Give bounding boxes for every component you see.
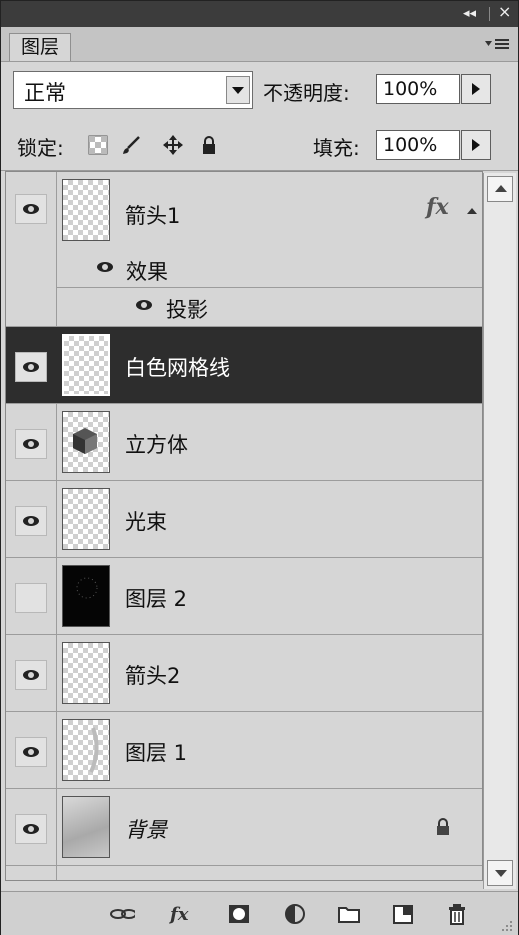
fill-input[interactable]: 100% <box>376 130 460 160</box>
layer-name: 背景 <box>125 818 167 842</box>
chevron-down-icon <box>232 87 244 94</box>
layers-panel: ◂◂ × 图层 正常 不透明度: 100% 锁定: 填充: 100% 箭头1 f… <box>0 0 519 935</box>
layer-thumbnail <box>62 334 110 396</box>
eye-icon <box>23 204 39 214</box>
fx-icon[interactable]: fx <box>426 194 449 220</box>
layer-row-layer1[interactable]: 图层 1 <box>6 712 482 789</box>
lock-transparent-icon[interactable] <box>88 135 108 155</box>
blend-mode-dropdown-button[interactable] <box>226 76 250 104</box>
layer-name: 光束 <box>125 510 167 534</box>
layer-name: 立方体 <box>125 433 188 457</box>
panel-tab-row: 图层 <box>1 27 518 62</box>
visibility-toggle[interactable] <box>15 194 47 224</box>
visibility-toggle[interactable] <box>15 506 47 536</box>
tab-layers[interactable]: 图层 <box>9 33 71 61</box>
opacity-label: 不透明度: <box>263 81 350 105</box>
eye-icon <box>23 516 39 526</box>
layer-row-background[interactable]: 背景 <box>6 789 482 866</box>
layer-row-beam[interactable]: 光束 <box>6 481 482 558</box>
layer-thumbnail <box>62 642 110 704</box>
layers-list: 箭头1 fx 效果 投影 白色网格线 立方体 光束 图层 2 箭头2 图层 1 … <box>5 171 483 881</box>
layer-row-cube[interactable]: 立方体 <box>6 404 482 481</box>
fill-label: 填充: <box>313 136 360 160</box>
scroll-down-button[interactable] <box>487 860 513 886</box>
collapse-panel-button[interactable]: ◂◂ <box>463 6 476 22</box>
effect-name: 投影 <box>166 298 208 322</box>
layer-row-white-grid[interactable]: 白色网格线 <box>6 327 482 404</box>
lock-icon <box>437 818 449 835</box>
layer-name: 箭头2 <box>125 664 181 688</box>
titlebar-divider <box>489 7 490 21</box>
layer-row-arrow2[interactable]: 箭头2 <box>6 635 482 712</box>
sketch-thumbnail-icon <box>89 727 99 773</box>
blend-mode-value: 正常 <box>24 81 66 105</box>
eye-icon <box>23 747 39 757</box>
layer-thumbnail <box>62 796 110 858</box>
visibility-toggle[interactable] <box>15 352 47 382</box>
layer-thumbnail <box>62 565 110 627</box>
layers-scrollbar[interactable] <box>483 173 516 889</box>
layer-thumbnail <box>62 488 110 550</box>
layer-row-layer2[interactable]: 图层 2 <box>6 558 482 635</box>
panel-menu-button[interactable] <box>483 35 513 55</box>
visibility-toggle[interactable] <box>15 737 47 767</box>
effect-row-drop-shadow[interactable]: 投影 <box>56 288 482 326</box>
layer-name: 图层 1 <box>125 741 188 765</box>
link-layers-icon[interactable] <box>109 902 135 926</box>
visibility-toggle[interactable] <box>15 583 47 613</box>
panel-bottom-bar: fx <box>1 891 518 935</box>
fill-slider-button[interactable] <box>461 130 491 160</box>
close-panel-button[interactable]: × <box>498 4 511 20</box>
arrow-up-icon <box>495 185 507 192</box>
add-mask-icon[interactable] <box>227 902 253 926</box>
eye-icon[interactable] <box>136 300 152 310</box>
dark-thumbnail-icon <box>76 577 98 599</box>
expand-effects-icon[interactable] <box>466 206 478 216</box>
panel-menu-icon <box>485 39 509 49</box>
new-layer-icon[interactable] <box>391 902 417 926</box>
opacity-slider-button[interactable] <box>461 74 491 104</box>
layer-name: 白色网格线 <box>125 356 230 380</box>
blend-mode-select[interactable]: 正常 <box>13 71 253 109</box>
layer-name: 箭头1 <box>125 204 181 228</box>
layer-thumbnail <box>62 411 110 473</box>
arrow-right-icon <box>472 139 480 151</box>
layer-thumbnail <box>62 719 110 781</box>
lock-fill-row: 锁定: 填充: 100% <box>1 118 518 171</box>
eye-icon[interactable] <box>97 262 113 272</box>
adjustment-layer-icon[interactable] <box>283 902 309 926</box>
add-layer-style-icon[interactable]: fx <box>169 902 195 926</box>
eye-icon <box>23 439 39 449</box>
eye-icon <box>23 824 39 834</box>
cube-thumbnail-icon <box>73 428 97 454</box>
effects-label: 效果 <box>126 260 168 284</box>
arrow-right-icon <box>472 83 480 95</box>
new-group-icon[interactable] <box>337 902 363 926</box>
lock-all-icon[interactable] <box>199 135 219 155</box>
svg-text:fx: fx <box>169 904 189 925</box>
layer-name: 图层 2 <box>125 587 188 611</box>
layer-row-arrow1[interactable]: 箭头1 fx 效果 投影 <box>6 172 482 327</box>
effects-row[interactable]: 效果 <box>56 250 482 288</box>
arrow-down-icon <box>495 870 507 877</box>
lock-move-icon[interactable] <box>163 135 183 155</box>
eye-icon <box>23 362 39 372</box>
blend-opacity-row: 正常 不透明度: 100% <box>1 62 518 118</box>
panel-titlebar: ◂◂ × <box>1 1 518 27</box>
scroll-up-button[interactable] <box>487 176 513 202</box>
delete-layer-icon[interactable] <box>445 902 471 926</box>
eye-icon <box>23 670 39 680</box>
opacity-input[interactable]: 100% <box>376 74 460 104</box>
resize-grip-icon[interactable] <box>499 918 513 932</box>
visibility-toggle[interactable] <box>15 429 47 459</box>
layer-thumbnail <box>62 179 110 241</box>
lock-label: 锁定: <box>17 136 64 160</box>
visibility-toggle[interactable] <box>15 814 47 844</box>
visibility-toggle[interactable] <box>15 660 47 690</box>
lock-brush-icon[interactable] <box>121 135 141 155</box>
